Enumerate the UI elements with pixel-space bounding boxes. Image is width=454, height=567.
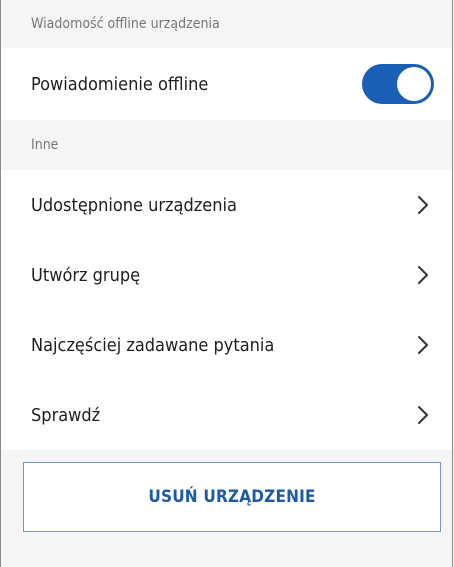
chevron-right-icon bbox=[412, 264, 434, 286]
chevron-right-icon bbox=[412, 194, 434, 216]
settings-screen: Wiadomość offline urządzenia Powiadomien… bbox=[0, 0, 453, 567]
list-item-check[interactable]: Sprawdź bbox=[1, 380, 452, 450]
offline-notification-label: Powiadomienie offline bbox=[31, 73, 209, 95]
section-header-offline: Wiadomość offline urządzenia bbox=[1, 0, 452, 48]
toggle-knob bbox=[397, 67, 431, 101]
list-item-label: Sprawdź bbox=[31, 404, 101, 426]
section-header-other-label: Inne bbox=[31, 137, 59, 153]
list-item-shared-devices[interactable]: Udostępnione urządzenia bbox=[1, 170, 452, 240]
chevron-right-icon bbox=[412, 404, 434, 426]
offline-notification-row: Powiadomienie offline bbox=[1, 48, 452, 120]
list-item-label: Utwórz grupę bbox=[31, 264, 141, 286]
list-item-label: Udostępnione urządzenia bbox=[31, 194, 237, 216]
delete-device-button[interactable]: USUŃ URZĄDZENIE bbox=[23, 462, 441, 532]
bottom-actions: USUŃ URZĄDZENIE bbox=[1, 450, 452, 540]
list-item-faq[interactable]: Najczęściej zadawane pytania bbox=[1, 310, 452, 380]
other-list: Udostępnione urządzenia Utwórz grupę Naj… bbox=[1, 170, 452, 450]
chevron-right-icon bbox=[412, 334, 434, 356]
offline-notification-toggle[interactable] bbox=[362, 64, 434, 104]
section-header-offline-label: Wiadomość offline urządzenia bbox=[31, 16, 220, 32]
list-item-create-group[interactable]: Utwórz grupę bbox=[1, 240, 452, 310]
list-item-label: Najczęściej zadawane pytania bbox=[31, 334, 275, 356]
section-header-other: Inne bbox=[1, 120, 452, 170]
